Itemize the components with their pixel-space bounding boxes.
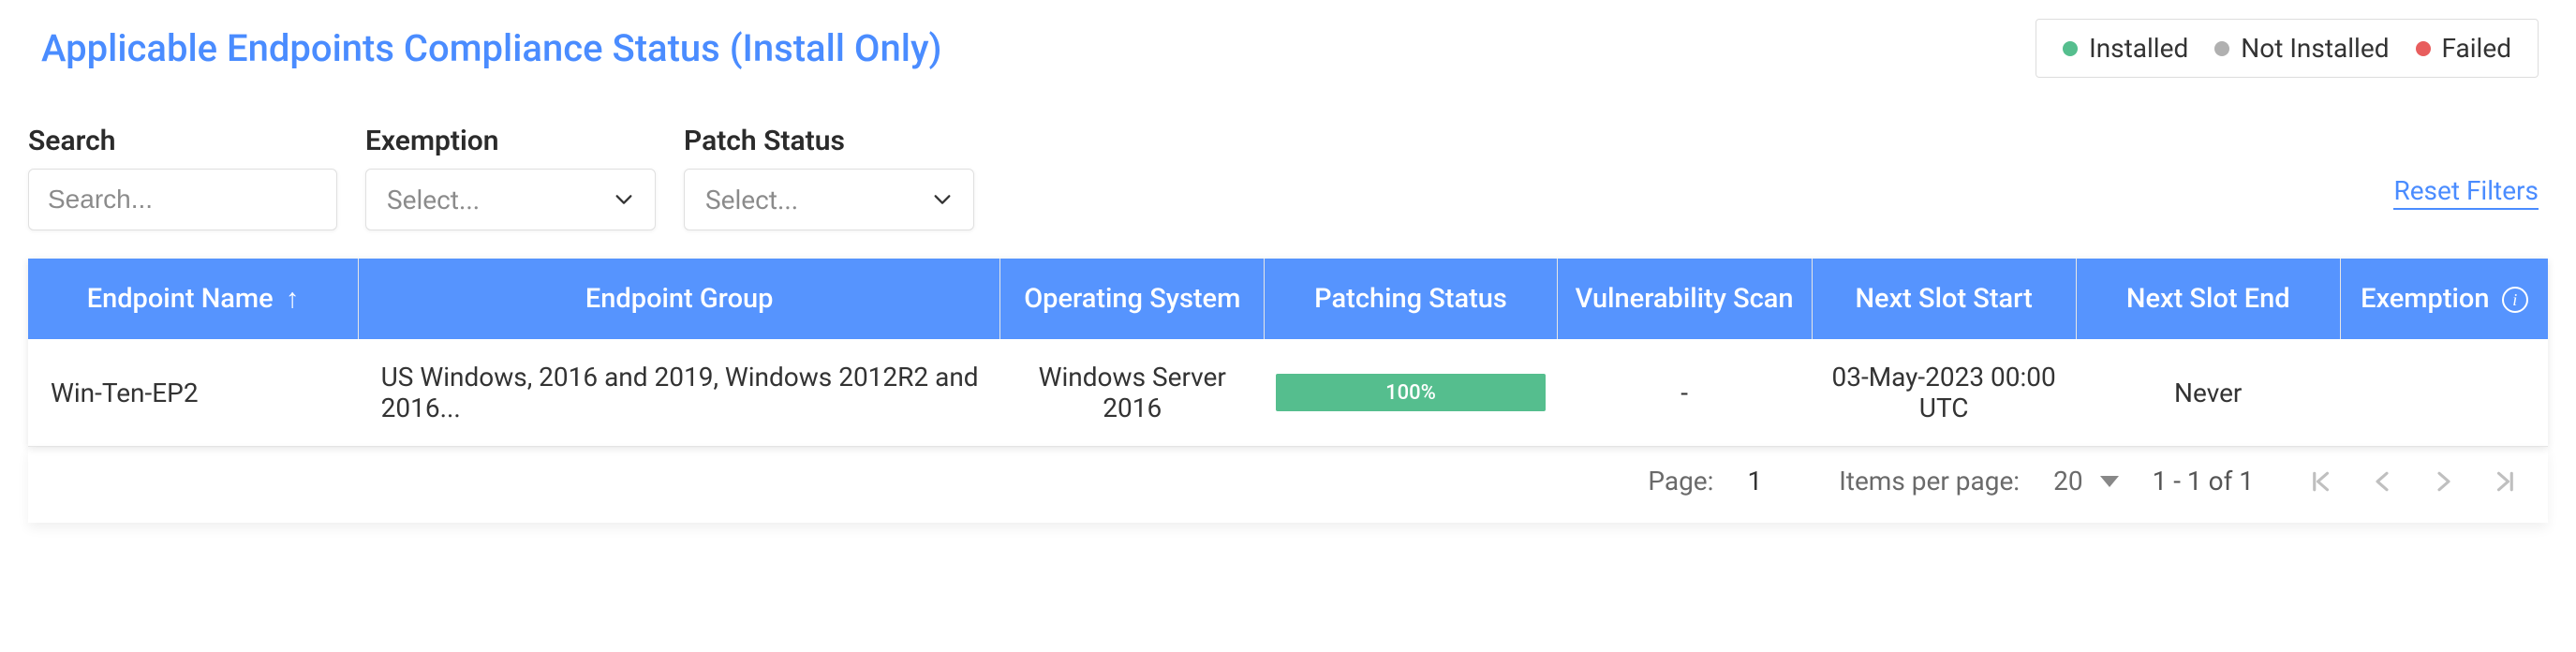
endpoints-table: Endpoint Name ↑ Endpoint Group Operating… [28, 259, 2548, 447]
th-endpoint-name-label: Endpoint Name [87, 283, 274, 315]
exemption-select[interactable]: Select... [365, 169, 656, 230]
th-exemption-label: Exemption [2361, 283, 2489, 315]
info-icon[interactable]: i [2502, 287, 2528, 313]
patch-status-select[interactable]: Select... [684, 169, 974, 230]
reset-filters-link[interactable]: Reset Filters [2393, 175, 2539, 210]
page-number[interactable]: 1 [1747, 466, 1805, 496]
th-operating-system[interactable]: Operating System [1000, 259, 1265, 339]
items-per-page-label: Items per page: [1839, 466, 2020, 496]
items-per-page-select[interactable]: 20 [2053, 466, 2118, 496]
cell-operating-system: Windows Server 2016 [1000, 339, 1265, 447]
chevron-down-icon [614, 189, 634, 210]
search-input[interactable] [28, 169, 337, 230]
status-legend: Installed Not Installed Failed [2036, 19, 2539, 78]
patching-progress-bar: 100% [1276, 374, 1546, 411]
legend-failed: Failed [2416, 33, 2512, 64]
th-endpoint-group[interactable]: Endpoint Group [359, 259, 1000, 339]
th-next-slot-end[interactable]: Next Slot End [2076, 259, 2340, 339]
exemption-label: Exemption [365, 125, 656, 157]
th-vulnerability-scan[interactable]: Vulnerability Scan [1557, 259, 1812, 339]
prev-page-icon[interactable] [2368, 467, 2396, 496]
cell-endpoint-name: Win-Ten-EP2 [28, 339, 359, 447]
last-page-icon[interactable] [2492, 467, 2520, 496]
table-row[interactable]: Win-Ten-EP2 US Windows, 2016 and 2019, W… [28, 339, 2548, 447]
cell-vulnerability-scan: - [1557, 339, 1812, 447]
patch-status-placeholder: Select... [705, 185, 798, 215]
first-page-icon[interactable] [2306, 467, 2334, 496]
page-title: Applicable Endpoints Compliance Status (… [28, 26, 942, 70]
cell-patching-status: 100% [1265, 339, 1557, 447]
legend-not-installed: Not Installed [2214, 33, 2389, 64]
sort-asc-icon: ↑ [286, 283, 300, 315]
pagination-bar: Page: 1 Items per page: 20 1 - 1 of 1 [28, 447, 2548, 523]
cell-next-slot-start: 03-May-2023 00:00 UTC [1812, 339, 2076, 447]
th-next-slot-start[interactable]: Next Slot Start [1812, 259, 2076, 339]
legend-dot-not-installed [2214, 41, 2229, 56]
exemption-placeholder: Select... [387, 185, 480, 215]
th-exemption[interactable]: Exemption i [2340, 259, 2548, 339]
legend-label-failed: Failed [2442, 33, 2512, 64]
page-label: Page: [1648, 466, 1713, 496]
patch-status-label: Patch Status [684, 125, 974, 157]
cell-endpoint-group: US Windows, 2016 and 2019, Windows 2012R… [359, 339, 1000, 447]
range-text: 1 - 1 of 1 [2153, 466, 2254, 496]
legend-label-installed: Installed [2089, 33, 2188, 64]
cell-next-slot-end: Never [2076, 339, 2340, 447]
legend-dot-installed [2063, 41, 2078, 56]
next-page-icon[interactable] [2430, 467, 2458, 496]
legend-installed: Installed [2063, 33, 2188, 64]
cell-exemption [2340, 339, 2548, 447]
search-label: Search [28, 125, 337, 157]
items-per-page-value: 20 [2053, 466, 2082, 496]
th-endpoint-name[interactable]: Endpoint Name ↑ [28, 259, 359, 339]
chevron-down-icon [932, 189, 953, 210]
legend-label-not-installed: Not Installed [2241, 33, 2389, 64]
th-patching-status[interactable]: Patching Status [1265, 259, 1557, 339]
dropdown-triangle-icon [2100, 476, 2119, 487]
legend-dot-failed [2416, 41, 2431, 56]
